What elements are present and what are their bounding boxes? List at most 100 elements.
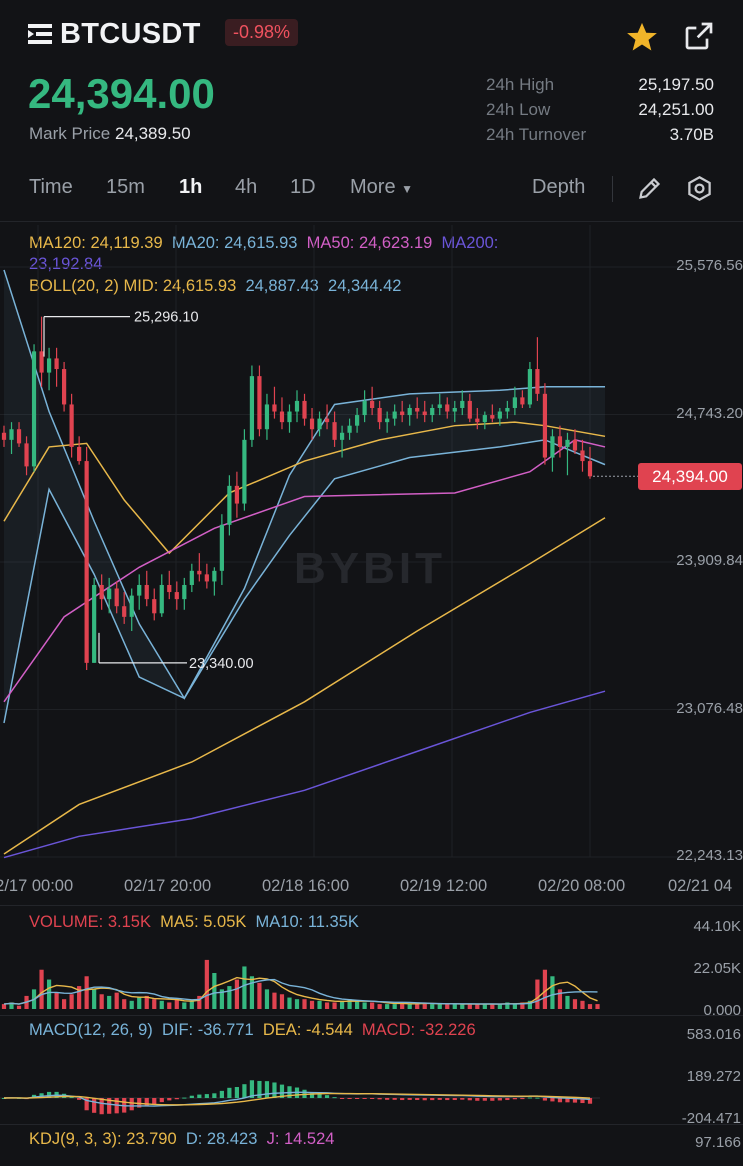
macd-bar: [129, 1098, 134, 1111]
volume-bar: [362, 1002, 367, 1009]
candle-body: [407, 407, 412, 416]
candle-body: [107, 588, 112, 600]
volume-bar: [272, 992, 277, 1009]
x-axis-tick: 02/20 08:00: [538, 877, 626, 895]
kdj-label: KDJ(9, 3, 3): 23.790: [29, 1130, 177, 1148]
stat-low-value: 24,251.00: [638, 100, 714, 119]
high-marker-label: 25,296.10: [134, 310, 199, 326]
pencil-icon[interactable]: [636, 175, 663, 202]
candle-body: [452, 407, 457, 412]
candle-body: [77, 446, 82, 462]
macd-chart: [0, 1080, 600, 1115]
tab-15m[interactable]: 15m: [106, 176, 145, 199]
candle-body: [257, 376, 262, 430]
macd-bar: [159, 1098, 164, 1103]
candlestick-chart[interactable]: BYBIT 25,296.10 23,340.00: [0, 225, 743, 905]
volume-bar: [467, 1004, 472, 1009]
candle-body: [572, 439, 578, 451]
menu-icon[interactable]: [28, 23, 52, 45]
candle-body: [542, 393, 548, 458]
volume-bar: [279, 994, 285, 1009]
symbol-title[interactable]: BTCUSDT: [60, 18, 201, 51]
macd-bar: [324, 1095, 330, 1098]
volume-bar: [512, 1004, 517, 1009]
volume-bar: [332, 1002, 337, 1009]
candle-body: [99, 584, 104, 600]
star-icon[interactable]: [625, 20, 659, 54]
stat-high-label: 24h High: [486, 75, 555, 94]
volume-bar: [302, 999, 307, 1009]
share-icon[interactable]: [683, 20, 715, 52]
volume-bar: [294, 999, 300, 1009]
volume-bar: [392, 1004, 397, 1009]
macd-bar: [212, 1093, 217, 1098]
candle-body: [159, 584, 164, 614]
stat-turnover-value: 3.70B: [669, 125, 714, 144]
volume-ma10: MA10: 11.35K: [255, 913, 359, 931]
volume-tick-2: 22.05K: [693, 960, 741, 977]
candle-body: [557, 436, 563, 447]
candle-body: [227, 485, 232, 525]
volume-bar: [182, 1002, 187, 1009]
stat-low-label: 24h Low: [486, 100, 551, 119]
macd-bar: [475, 1098, 480, 1101]
x-axis-tick: 02/21 04: [668, 877, 733, 895]
candle-body: [535, 369, 540, 394]
candle-body: [460, 400, 465, 408]
macd-bar: [415, 1098, 420, 1101]
volume-tick-3: 0.000: [703, 1002, 741, 1019]
candle-body: [475, 418, 480, 423]
candle-body: [422, 411, 427, 416]
y-axis-tick: 22,243.13: [676, 847, 743, 864]
mark-price-value: 24,389.50: [114, 124, 191, 143]
volume-bar: [99, 994, 104, 1009]
last-price: 24,394.00: [28, 70, 215, 117]
macd-bar: [512, 1098, 517, 1100]
macd-bar: [234, 1087, 239, 1098]
volume-ma5: MA5: 5.05K: [160, 913, 247, 931]
candle-body: [347, 425, 352, 433]
volume-bar: [242, 966, 247, 1009]
ma200-line: [3, 690, 606, 859]
volume-bar: [287, 997, 292, 1009]
tab-1d[interactable]: 1D: [290, 176, 316, 199]
tab-1h[interactable]: 1h: [179, 176, 202, 199]
candle-body: [174, 592, 179, 600]
candle-body: [392, 411, 397, 419]
candle-body: [512, 397, 517, 408]
tab-4h[interactable]: 4h: [235, 176, 257, 199]
volume-bar: [227, 986, 232, 1009]
candle-body: [287, 411, 292, 423]
kdj-j: J: 14.524: [266, 1130, 335, 1148]
settings-hex-icon[interactable]: [686, 175, 713, 202]
candle-body: [84, 461, 89, 663]
candle-body: [249, 376, 255, 440]
last-price-badge: 24,394.00: [638, 463, 742, 490]
macd-bar: [242, 1084, 247, 1098]
candle-body: [302, 400, 307, 419]
macd-bar: [92, 1098, 97, 1113]
macd-bar: [197, 1094, 202, 1098]
tab-time[interactable]: Time: [29, 176, 73, 199]
kdj-tick: 97.166: [695, 1134, 741, 1151]
volume-bar: [535, 979, 540, 1009]
tab-depth[interactable]: Depth: [532, 176, 585, 199]
candle-body: [505, 407, 510, 412]
volume-bar: [385, 1004, 390, 1009]
volume-bar: [189, 1000, 194, 1009]
volume-bar: [542, 969, 548, 1009]
candle-body: [24, 443, 29, 467]
volume-bar: [114, 992, 119, 1009]
volume-bar: [39, 969, 44, 1009]
x-axis-tick: 02/17 00:00: [0, 877, 74, 895]
macd-bar: [467, 1098, 472, 1101]
macd-bar: [332, 1097, 337, 1099]
volume-bar: [129, 1000, 134, 1009]
candle-body: [377, 407, 382, 423]
candle-body: [137, 584, 142, 596]
volume-bar: [62, 999, 67, 1009]
tab-more[interactable]: More ▼: [350, 176, 413, 199]
candle-body: [339, 432, 345, 440]
candle-body: [370, 400, 375, 408]
candle-body: [415, 407, 420, 412]
